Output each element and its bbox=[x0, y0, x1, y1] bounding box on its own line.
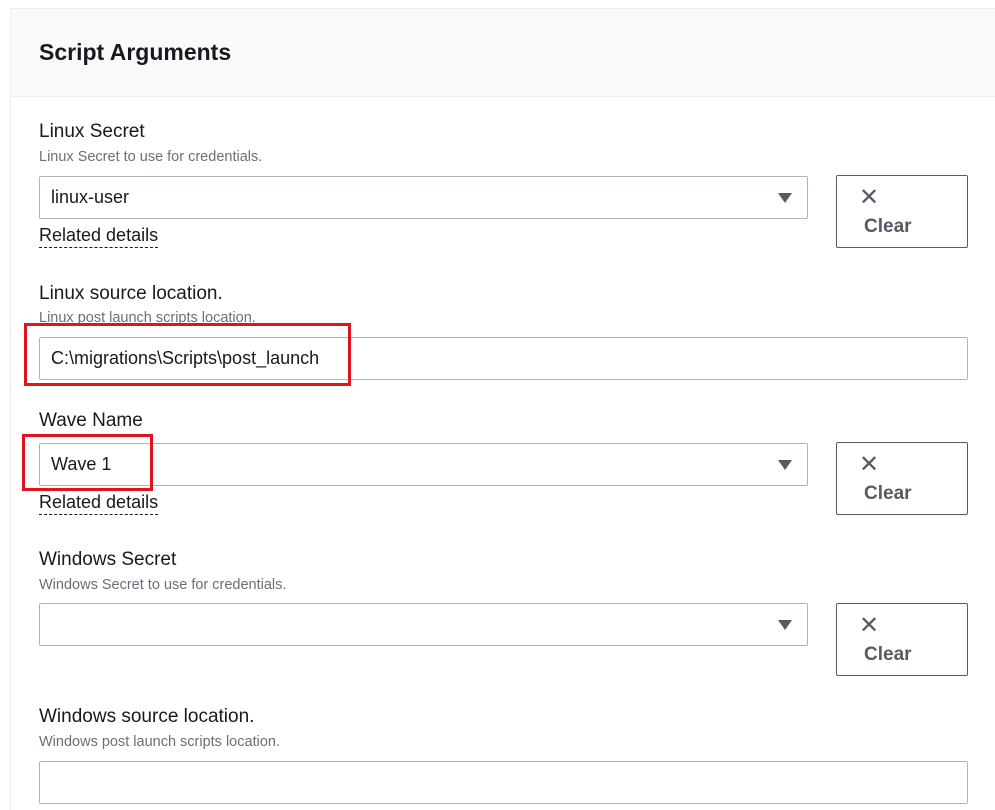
linux-secret-description: Linux Secret to use for credentials. bbox=[39, 149, 263, 165]
panel-title: Script Arguments bbox=[39, 39, 232, 65]
close-icon: ✕ bbox=[859, 184, 880, 211]
linux-source-label: Linux source location. bbox=[39, 283, 223, 304]
linux-secret-clear-button[interactable]: ✕ Clear bbox=[836, 175, 968, 248]
wave-name-clear-button[interactable]: ✕ Clear bbox=[836, 442, 968, 515]
wave-name-related-details[interactable]: Related details bbox=[39, 492, 159, 515]
close-icon: ✕ bbox=[859, 612, 880, 639]
windows-secret-clear-button[interactable]: ✕ Clear bbox=[836, 603, 968, 676]
close-icon: ✕ bbox=[859, 451, 880, 478]
caret-down-icon bbox=[778, 620, 792, 630]
clear-button-label: Clear bbox=[864, 216, 912, 237]
caret-down-icon bbox=[778, 193, 792, 203]
caret-down-icon bbox=[778, 460, 792, 470]
wave-name-value: Wave 1 bbox=[51, 454, 112, 474]
windows-secret-select[interactable] bbox=[39, 603, 808, 646]
wave-name-label: Wave Name bbox=[39, 410, 143, 431]
windows-source-description: Windows post launch scripts location. bbox=[39, 734, 280, 750]
panel-header: Script Arguments bbox=[11, 9, 995, 97]
linux-source-value: C:\migrations\Scripts\post_launch bbox=[51, 348, 320, 368]
clear-button-label: Clear bbox=[864, 644, 912, 665]
linux-secret-select[interactable]: linux-user bbox=[39, 176, 808, 219]
windows-secret-description: Windows Secret to use for credentials. bbox=[39, 577, 287, 593]
linux-secret-value: linux-user bbox=[51, 187, 130, 207]
script-arguments-panel: Script Arguments bbox=[10, 8, 995, 810]
linux-secret-related-details[interactable]: Related details bbox=[39, 225, 159, 248]
wave-name-select[interactable]: Wave 1 bbox=[39, 443, 808, 486]
linux-source-input[interactable]: C:\migrations\Scripts\post_launch bbox=[39, 337, 968, 380]
windows-secret-label: Windows Secret bbox=[39, 549, 177, 570]
windows-source-input[interactable] bbox=[39, 761, 968, 804]
linux-source-description: Linux post launch scripts location. bbox=[39, 310, 256, 326]
linux-secret-label: Linux Secret bbox=[39, 121, 145, 142]
windows-source-label: Windows source location. bbox=[39, 706, 255, 727]
clear-button-label: Clear bbox=[864, 483, 912, 504]
